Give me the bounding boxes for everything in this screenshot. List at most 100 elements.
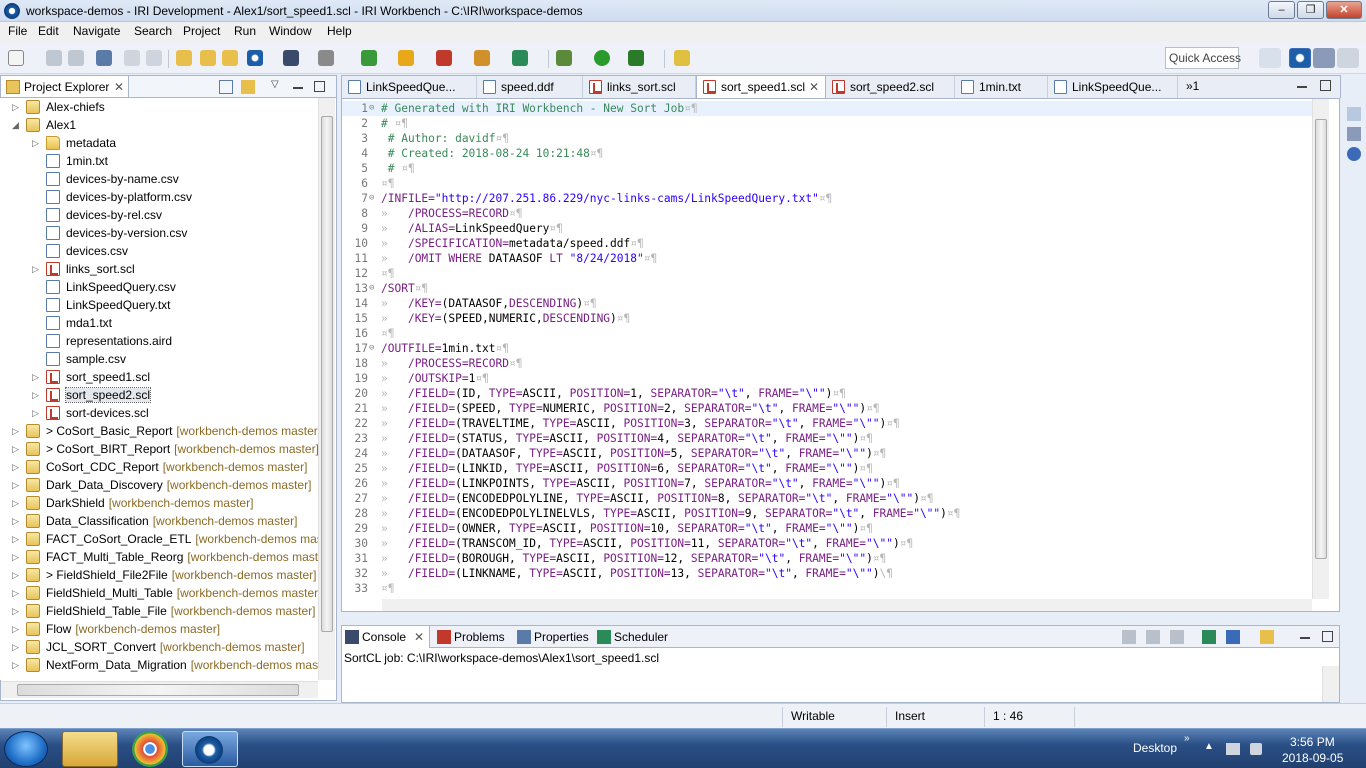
tab-scheduler[interactable]: Scheduler (594, 626, 676, 648)
tree-item[interactable]: ▷ sort-devices.scl (0, 404, 318, 422)
tray-up-icon[interactable]: ▲ (1204, 741, 1214, 752)
code-line[interactable]: 2 # ¤¶ (342, 116, 1312, 131)
code-line[interactable]: 14 » /KEY=(DATAASOF,DESCENDING)¤¶ (342, 296, 1312, 311)
open-folder-icon[interactable] (176, 50, 192, 66)
editor-tab[interactable]: sort_speed2.scl (826, 76, 955, 98)
editor-tab[interactable]: 1min.txt (955, 76, 1048, 98)
tree-item[interactable]: ▷ metadata (0, 134, 318, 152)
tab-project-explorer[interactable]: Project Explorer ✕ (1, 76, 129, 98)
outline-view-icon[interactable] (1347, 107, 1361, 121)
editor-tab[interactable]: LinkSpeedQue... (1048, 76, 1178, 98)
code-line[interactable]: 24 » /FIELD=(DATAASOF, TYPE=ASCII, POSITI… (342, 446, 1312, 461)
code-editor[interactable]: 1 ⊖ # Generated with IRI Workbench - New S… (341, 98, 1340, 612)
desktop-toolbar[interactable]: Desktop (1133, 741, 1177, 755)
tree-item[interactable]: ▷ CoSort_CDC_Report [workbench-demos maste… (0, 458, 318, 476)
menu-help[interactable]: Help (327, 24, 352, 38)
file-explorer-icon[interactable] (62, 731, 118, 767)
pen-icon[interactable] (674, 50, 690, 66)
tree-item[interactable]: ◢ Alex1 (0, 116, 318, 134)
quick-access-input[interactable]: Quick Access (1165, 47, 1241, 69)
collapsed-arrow-icon[interactable]: ▷ (12, 458, 21, 476)
collapsed-arrow-icon[interactable]: ▷ (12, 422, 21, 440)
open-perspective-icon[interactable] (1259, 48, 1281, 68)
menu-edit[interactable]: Edit (38, 24, 59, 38)
console-maximize-icon[interactable] (1322, 631, 1333, 642)
flow-icon[interactable] (474, 50, 490, 66)
tree-item[interactable]: ▷ FieldShield_Multi_Table [workbench-demos… (0, 584, 318, 602)
collapsed-arrow-icon[interactable]: ▷ (12, 494, 21, 512)
collapse-all-icon[interactable] (219, 80, 233, 94)
menu-window[interactable]: Window (269, 24, 312, 38)
tab-console[interactable]: Console ✕ (342, 626, 430, 648)
code-line[interactable]: 6 ¤¶ (342, 176, 1312, 191)
volume-muted-icon[interactable] (1250, 743, 1262, 755)
tree-item[interactable]: representations.aird (0, 332, 318, 350)
save-icon[interactable] (46, 50, 62, 66)
export-icon[interactable] (222, 50, 238, 66)
globe-icon[interactable] (1347, 147, 1361, 161)
code-line[interactable]: 29 » /FIELD=(OWNER, TYPE=ASCII, POSITION=… (342, 521, 1312, 536)
tab-properties[interactable]: Properties (514, 626, 594, 648)
tree-item[interactable]: ▷ Flow [workbench-demos master] (0, 620, 318, 638)
console-output[interactable]: SortCL job: C:\IRI\workspace-demos\Alex1… (341, 648, 1340, 703)
undo-icon[interactable] (124, 50, 140, 66)
menu-search[interactable]: Search (134, 24, 172, 38)
project-tree-hscrollbar[interactable] (1, 681, 318, 698)
editor-tab[interactable]: LinkSpeedQue... (342, 76, 477, 98)
tree-item[interactable]: ▷ FACT_CoSort_Oracle_ETL [workbench-demos … (0, 530, 320, 548)
code-line[interactable]: 32 » /FIELD=(LINKNAME, TYPE=ASCII, POSITI… (342, 566, 1312, 581)
tree-item[interactable]: ▷ > CoSort_Basic_Report [workbench-demos m… (0, 422, 320, 440)
fold-toggle-icon[interactable]: ⊖ (369, 341, 379, 356)
editor-tab[interactable]: speed.ddf (477, 76, 583, 98)
code-line[interactable]: 7 ⊖/INFILE="http://207.251.86.229/nyc-lin… (342, 191, 1312, 206)
task-view-icon[interactable] (1347, 127, 1361, 141)
collapsed-arrow-icon[interactable]: ▷ (12, 620, 21, 638)
debug-icon[interactable] (556, 50, 572, 66)
iri-perspective-icon[interactable] (1289, 48, 1311, 68)
import-icon[interactable] (200, 50, 216, 66)
pin-console-icon[interactable] (1202, 630, 1216, 644)
open-console-icon[interactable] (1260, 630, 1274, 644)
editor-hscrollbar[interactable] (382, 599, 1312, 611)
tools-icon[interactable] (318, 50, 334, 66)
collapsed-arrow-icon[interactable]: ▷ (12, 476, 21, 494)
fold-toggle-icon[interactable]: ⊖ (369, 191, 379, 206)
menu-project[interactable]: Project (183, 24, 220, 38)
code-line[interactable]: 21 » /FIELD=(SPEED, TYPE=NUMERIC, POSITIO… (342, 401, 1312, 416)
collapsed-arrow-icon[interactable]: ▷ (32, 134, 41, 152)
minimize-button[interactable]: – (1268, 1, 1295, 19)
code-line[interactable]: 23 » /FIELD=(STATUS, TYPE=ASCII, POSITION… (342, 431, 1312, 446)
tree-item[interactable]: ▷ FACT_Multi_Table_Reorg [workbench-demos … (0, 548, 318, 566)
save-all-icon[interactable] (68, 50, 84, 66)
menu-navigate[interactable]: Navigate (73, 24, 120, 38)
collapsed-arrow-icon[interactable]: ▷ (32, 386, 41, 404)
tree-item[interactable]: devices.csv (0, 242, 318, 260)
collapsed-arrow-icon[interactable]: ▷ (12, 98, 21, 116)
tree-item[interactable]: mda1.txt (0, 314, 318, 332)
word-wrap-icon[interactable] (1170, 630, 1184, 644)
code-line[interactable]: 26 » /FIELD=(LINKPOINTS, TYPE=ASCII, POSI… (342, 476, 1312, 491)
tree-item[interactable]: ▷ JCL_SORT_Convert [workbench-demos master… (0, 638, 318, 656)
tree-item[interactable]: ▷ Dark_Data_Discovery [workbench-demos mas… (0, 476, 318, 494)
start-button[interactable] (4, 731, 48, 767)
code-line[interactable]: 13 ⊖/SORT¤¶ (342, 281, 1312, 296)
code-line[interactable]: 28 » /FIELD=(ENCODEDPOLYLINELVLS, TYPE=AS… (342, 506, 1312, 521)
editor-scrollbar[interactable] (1312, 99, 1329, 599)
collapsed-arrow-icon[interactable]: ▷ (12, 656, 21, 674)
code-line[interactable]: 25 » /FIELD=(LINKID, TYPE=ASCII, POSITION… (342, 461, 1312, 476)
collapsed-arrow-icon[interactable]: ▷ (12, 548, 21, 566)
view-menu-icon[interactable]: ▽ (271, 79, 279, 90)
collapsed-arrow-icon[interactable]: ▷ (12, 440, 21, 458)
clock-date[interactable]: 2018-09-05 (1282, 751, 1343, 765)
code-line[interactable]: 10 » /SPECIFICATION=metadata/speed.ddf¤¶ (342, 236, 1312, 251)
iri-workbench-taskbar-icon[interactable] (182, 731, 238, 767)
code-line[interactable]: 15 » /KEY=(SPEED,NUMERIC,DESCENDING)¤¶ (342, 311, 1312, 326)
tab-problems[interactable]: Problems (434, 626, 508, 648)
tab-overflow[interactable]: »1 (1186, 79, 1199, 93)
shield-icon[interactable] (398, 50, 414, 66)
display-console-icon[interactable] (1226, 630, 1240, 644)
tree-item[interactable]: devices-by-platform.csv (0, 188, 318, 206)
collapsed-arrow-icon[interactable]: ▷ (12, 566, 21, 584)
console-scrollbar[interactable] (1322, 666, 1339, 702)
tree-item[interactable]: ▷ NextForm_Data_Migration [workbench-demos… (0, 656, 318, 674)
